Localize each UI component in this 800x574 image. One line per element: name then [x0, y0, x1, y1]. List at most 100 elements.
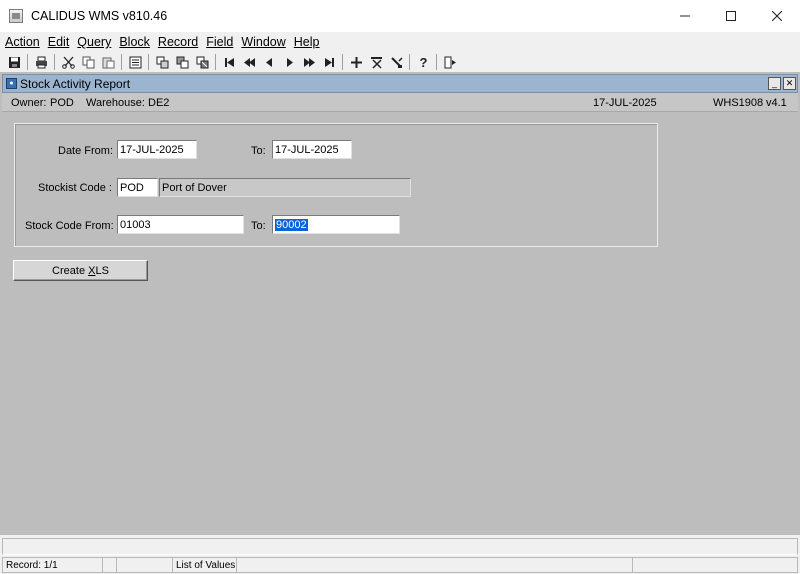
create-xls-label: Create XLS [52, 264, 109, 277]
help-icon: ? [419, 56, 427, 69]
toolbar: ? [0, 52, 800, 72]
close-button[interactable] [754, 0, 800, 32]
owner-value: POD [50, 97, 74, 109]
menu-record[interactable]: Record [153, 35, 201, 49]
cut-icon [61, 56, 75, 69]
form-close-button[interactable]: ✕ [783, 77, 796, 90]
save-icon [8, 56, 20, 68]
window-title-bar: CALIDUS WMS v810.46 [0, 0, 800, 33]
copy-icon [82, 56, 94, 68]
insert-record-button[interactable] [346, 53, 366, 71]
next-set-icon [303, 57, 315, 67]
clear-field-button[interactable] [192, 53, 212, 71]
toolbar-separator [148, 54, 149, 70]
stockist-name-field: Port of Dover [159, 178, 411, 197]
toolbar-separator [436, 54, 437, 70]
copy-button[interactable] [78, 53, 98, 71]
duplicate-record-button[interactable] [152, 53, 172, 71]
owner-label: Owner: [11, 97, 47, 109]
duplicate-record-icon [156, 56, 168, 68]
create-xls-button[interactable]: Create XLS [13, 260, 148, 281]
paste-button[interactable] [98, 53, 118, 71]
status-cell-empty [632, 557, 798, 573]
date-from-field[interactable]: 17-JUL-2025 [117, 140, 197, 159]
previous-set-button[interactable] [239, 53, 259, 71]
record-indicator: Record: 1/1 [2, 557, 102, 573]
minimize-button[interactable] [662, 0, 708, 32]
date-to-label: To: [251, 145, 266, 157]
context-info-bar: Owner: POD Warehouse: DE2 17-JUL-2025 WH… [2, 93, 798, 112]
form-minimize-button[interactable]: _ [768, 77, 781, 90]
previous-set-icon [243, 57, 255, 67]
menu-help[interactable]: Help [289, 35, 323, 49]
toolbar-separator [215, 54, 216, 70]
previous-record-icon [265, 57, 272, 67]
menu-block[interactable]: Block [114, 35, 153, 49]
stock-code-from-field[interactable]: 01003 [117, 215, 244, 234]
toolbar-separator [121, 54, 122, 70]
menu-action[interactable]: Action [0, 35, 43, 49]
cut-button[interactable] [58, 53, 78, 71]
insert-record-icon [350, 56, 362, 68]
first-record-icon [224, 57, 234, 67]
stockist-code-field[interactable]: POD [117, 178, 158, 197]
date-to-field[interactable]: 17-JUL-2025 [272, 140, 352, 159]
menu-edit[interactable]: Edit [43, 35, 73, 49]
minimize-icon [680, 15, 690, 17]
form-window-icon: ● [6, 78, 17, 89]
message-line [2, 538, 798, 555]
print-button[interactable] [31, 53, 51, 71]
form-title: Stock Activity Report [20, 76, 131, 91]
app-icon [9, 9, 23, 23]
clear-field-icon [196, 56, 208, 68]
toolbar-separator [27, 54, 28, 70]
maximize-icon [726, 11, 736, 21]
duplicate-field-button[interactable] [172, 53, 192, 71]
previous-record-button[interactable] [259, 53, 279, 71]
print-icon [35, 56, 47, 68]
selected-text: 90002 [275, 219, 308, 231]
last-record-button[interactable] [319, 53, 339, 71]
delete-record-icon [370, 56, 382, 69]
edit-icon [390, 56, 403, 68]
warehouse-label: Warehouse: [86, 97, 145, 109]
stockist-code-label: Stockist Code : [38, 182, 112, 194]
first-record-button[interactable] [219, 53, 239, 71]
edit-button[interactable] [386, 53, 406, 71]
list-button[interactable] [125, 53, 145, 71]
date-from-label: Date From: [58, 145, 114, 157]
list-icon [129, 56, 141, 68]
criteria-panel: Date From: 17-JUL-2025 To: 17-JUL-2025 S… [14, 123, 658, 247]
stock-code-to-label: To: [251, 220, 266, 232]
paste-icon [102, 57, 114, 68]
toolbar-separator [409, 54, 410, 70]
svg-text:?: ? [419, 56, 427, 69]
help-button[interactable]: ? [413, 53, 433, 71]
status-bar: Record: 1/1 List of Values [0, 535, 800, 574]
menu-window[interactable]: Window [236, 35, 288, 49]
status-cell-empty [102, 557, 116, 573]
toolbar-separator [342, 54, 343, 70]
save-button[interactable] [4, 53, 24, 71]
module-code: WHS1908 [713, 97, 764, 109]
close-icon: ✕ [785, 78, 794, 88]
duplicate-field-icon [176, 56, 188, 68]
exit-button[interactable] [440, 53, 460, 71]
menu-query[interactable]: Query [72, 35, 114, 49]
menu-field[interactable]: Field [201, 35, 236, 49]
menu-bar: Action Edit Query Block Record Field Win… [0, 32, 800, 52]
form-window: ● Stock Activity Report _ ✕ Owner: POD W… [0, 72, 800, 535]
maximize-button[interactable] [708, 0, 754, 32]
warehouse-value: DE2 [148, 97, 170, 109]
next-record-button[interactable] [279, 53, 299, 71]
window-title: CALIDUS WMS v810.46 [31, 9, 168, 23]
close-icon [772, 11, 782, 21]
stock-code-to-field[interactable]: 90002 [272, 215, 400, 234]
delete-record-button[interactable] [366, 53, 386, 71]
stock-code-from-label: Stock Code From: [25, 220, 114, 232]
module-version: v4.1 [766, 97, 787, 109]
status-cell-empty [116, 557, 172, 573]
status-cell-empty [236, 557, 632, 573]
next-set-button[interactable] [299, 53, 319, 71]
last-record-icon [324, 57, 334, 67]
